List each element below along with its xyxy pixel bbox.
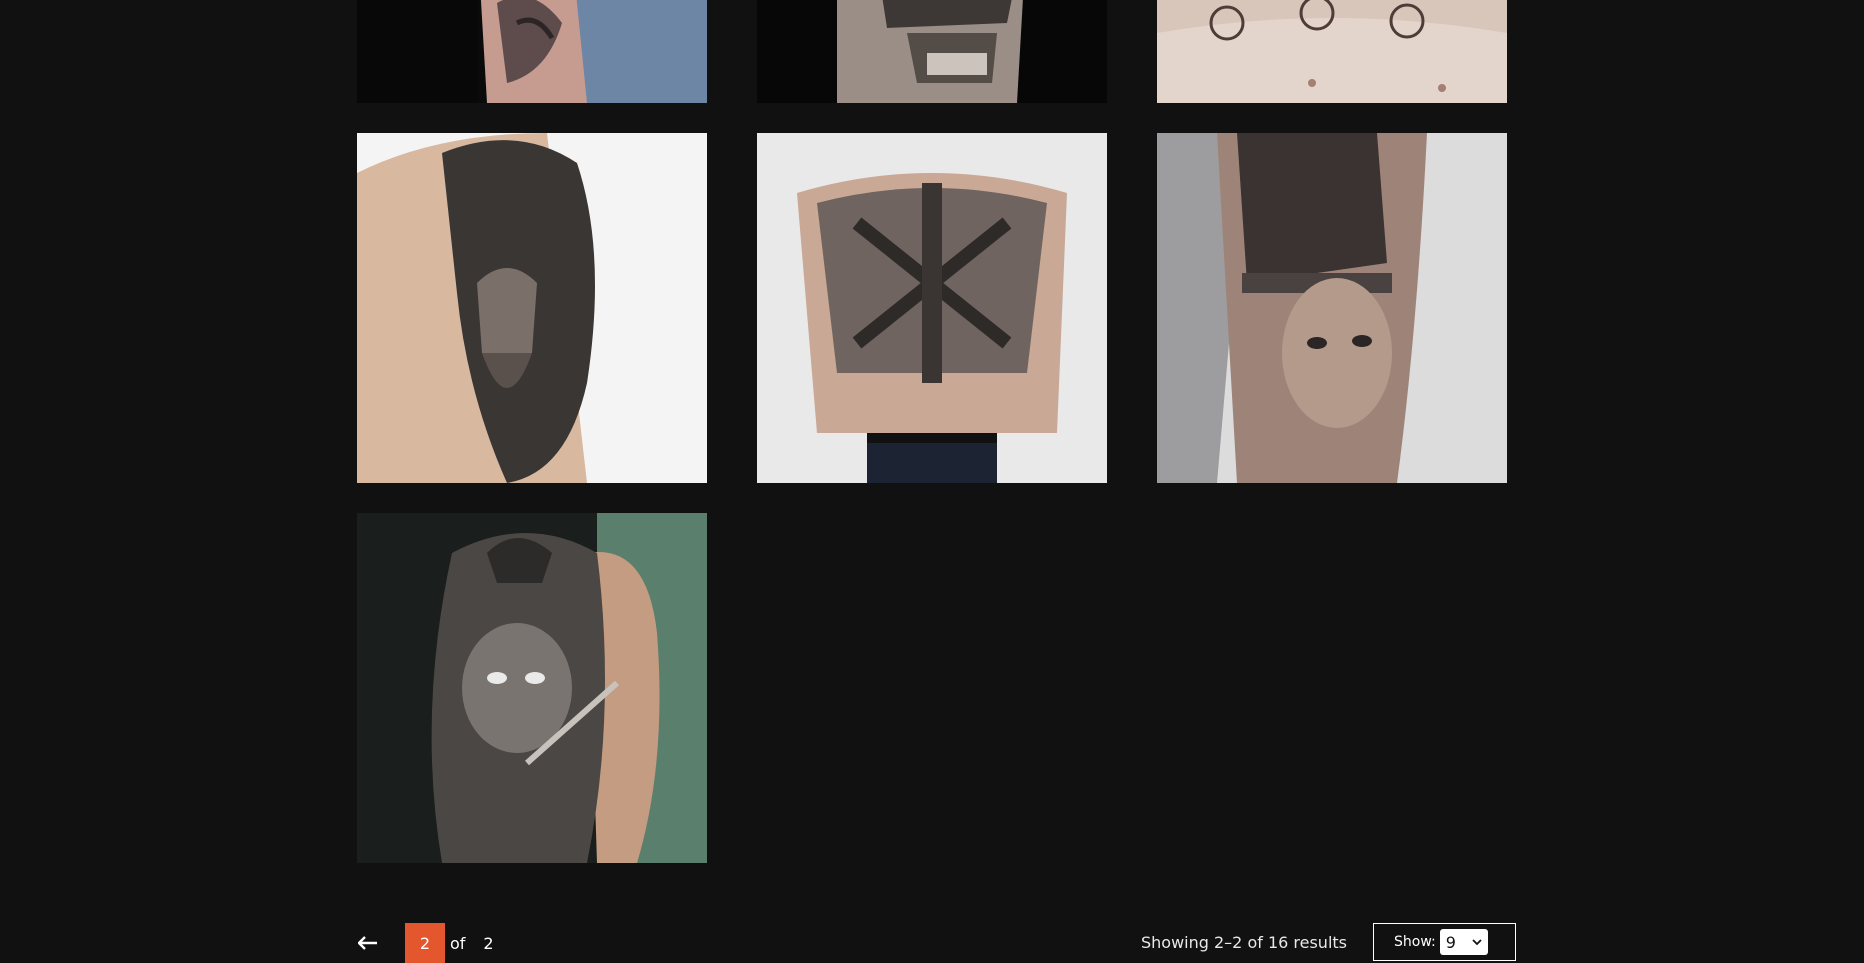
gallery-grid	[0, 0, 1864, 890]
gallery-item-warrior-shoulder[interactable]	[357, 133, 707, 483]
gallery-item-forearm[interactable]	[357, 0, 707, 103]
previous-page-button[interactable]	[357, 932, 379, 954]
per-page-select[interactable]: 9	[1439, 929, 1488, 955]
total-pages-link[interactable]: 2	[483, 934, 493, 953]
gallery-item-viking-back[interactable]	[757, 133, 1107, 483]
forearm-tattoo-photo	[357, 0, 707, 103]
show-per-page-control: Show: 9	[1373, 923, 1516, 961]
per-page-value: 9	[1445, 932, 1456, 952]
woman-portrait-tattoo-photo	[1157, 133, 1507, 483]
arrow-left-icon	[358, 936, 377, 950]
chest-knot-tattoo-photo	[1157, 0, 1507, 103]
chevron-down-icon	[1472, 938, 1482, 945]
gallery-item-samurai-sleeve[interactable]	[357, 513, 707, 863]
pagination-of-label: of	[450, 933, 466, 953]
gallery-item-chest[interactable]	[1157, 0, 1507, 103]
warrior-shoulder-tattoo-photo	[357, 133, 707, 483]
current-page-indicator: 2	[405, 923, 445, 963]
viking-back-tattoo-photo	[757, 133, 1107, 483]
revolver-tattoo-photo	[757, 0, 1107, 103]
gallery-item-woman-portrait[interactable]	[1157, 133, 1507, 483]
pagination: 2 of 2	[357, 923, 494, 963]
results-count: Showing 2–2 of 16 results	[1141, 933, 1347, 952]
samurai-sleeve-tattoo-photo	[357, 513, 707, 863]
show-label: Show:	[1394, 934, 1436, 950]
gallery-item-revolver[interactable]	[757, 0, 1107, 103]
